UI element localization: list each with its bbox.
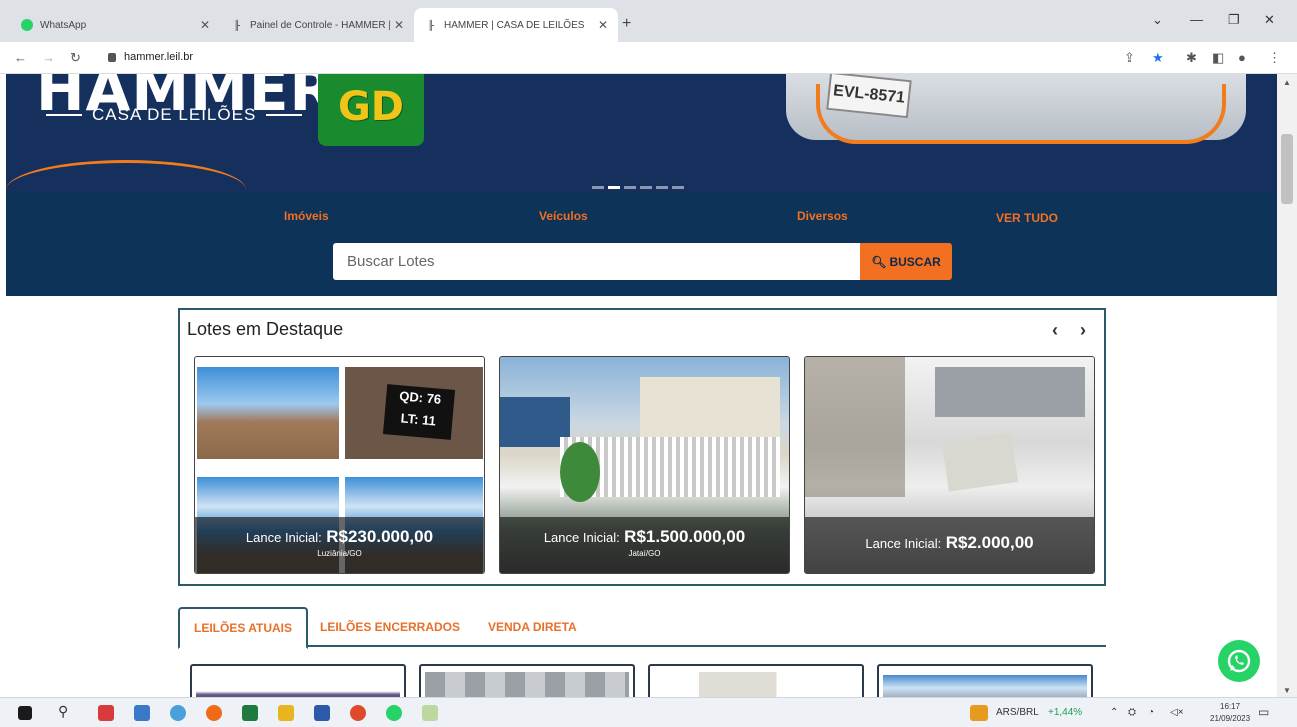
- tab-title: Painel de Controle - HAMMER | C: [250, 19, 390, 31]
- tab-leiloes-atuais[interactable]: LEILÕES ATUAIS: [178, 607, 309, 649]
- scroll-down-icon[interactable]: ▼: [1283, 686, 1291, 695]
- tab-title: WhatsApp: [40, 19, 87, 31]
- scroll-up-icon[interactable]: ▲: [1283, 78, 1291, 87]
- network-icon[interactable]: ⛭: [1128, 707, 1136, 718]
- lot-card[interactable]: Lance Inicial: R$1.500.000,00 Jataí/GO: [499, 356, 790, 574]
- carousel-indicators[interactable]: [592, 186, 684, 189]
- back-icon[interactable]: ←: [14, 50, 27, 65]
- minimize-icon[interactable]: —: [1190, 12, 1203, 27]
- tab-title: HAMMER | CASA DE LEILÕES: [444, 19, 585, 31]
- search-button[interactable]: 🔍︎ BUSCAR: [860, 243, 952, 280]
- url-text: hammer.leil.br: [124, 51, 194, 63]
- bookmark-star-icon[interactable]: ★: [1152, 50, 1164, 66]
- category-diversos[interactable]: Diversos: [797, 209, 848, 223]
- edge-icon[interactable]: [170, 705, 186, 721]
- new-tab-icon[interactable]: +: [622, 15, 631, 33]
- lot-overlay: Lance Inicial: R$1.500.000,00 Jataí/GO: [500, 517, 789, 573]
- volume-icon[interactable]: ◁×: [1170, 707, 1184, 718]
- tab-hammer[interactable]: ╟ HAMMER | CASA DE LEILÕES ✕: [414, 8, 618, 42]
- category-veiculos[interactable]: Veículos: [539, 209, 588, 223]
- auction-card[interactable]: [877, 664, 1093, 697]
- tab-leiloes-encerrados[interactable]: LEILÕES ENCERRADOS: [306, 607, 474, 647]
- decorative-curve: [6, 160, 246, 192]
- share-icon[interactable]: ⇪: [1124, 50, 1135, 66]
- auction-card[interactable]: [419, 664, 635, 697]
- lock-icon: [108, 52, 116, 62]
- maximize-icon[interactable]: ❐: [1228, 12, 1240, 28]
- notifications-icon[interactable]: ▭: [1258, 705, 1269, 719]
- hammer-favicon-icon: ╟: [427, 20, 435, 30]
- browser-window: WhatsApp ✕ ╟ Painel de Controle - HAMMER…: [0, 0, 1297, 727]
- scroll-thumb[interactable]: [1281, 134, 1293, 204]
- url-field[interactable]: hammer.leil.br: [108, 51, 193, 63]
- car-image: EVL-8571: [786, 74, 1256, 176]
- tab-whatsapp[interactable]: WhatsApp ✕: [10, 8, 220, 42]
- side-panel-icon[interactable]: ◧: [1212, 50, 1224, 66]
- category-imoveis[interactable]: Imóveis: [284, 209, 329, 223]
- search-icon[interactable]: ⚲: [58, 703, 68, 720]
- lot-overlay: Lance Inicial: R$230.000,00 Luziânia/GO: [195, 517, 484, 573]
- word-icon[interactable]: [314, 705, 330, 721]
- app-icon[interactable]: [422, 705, 438, 721]
- ticker-name[interactable]: ARS/BRL: [996, 707, 1039, 718]
- close-icon[interactable]: ✕: [200, 18, 210, 32]
- close-icon[interactable]: ✕: [598, 18, 608, 32]
- extensions-icon[interactable]: ✱: [1186, 50, 1197, 66]
- partner-logo: GD: [318, 74, 424, 146]
- app-icon[interactable]: [134, 705, 150, 721]
- profile-icon[interactable]: ●: [1238, 50, 1246, 65]
- tab-painel[interactable]: ╟ Painel de Controle - HAMMER | C ✕: [220, 8, 414, 42]
- lot-card[interactable]: QD: 76 LT: 11 Lance Inicial: R$230.000,00…: [194, 356, 485, 574]
- tab-search-icon[interactable]: ⌄: [1152, 12, 1163, 28]
- search-input[interactable]: Buscar Lotes: [333, 243, 860, 280]
- address-bar: ← → ↻ hammer.leil.br ⇪ ★ ✱ ◧ ● ⋮: [0, 42, 1297, 74]
- chevron-left-icon[interactable]: ‹: [1052, 320, 1058, 341]
- wifi-icon[interactable]: ◔: [1148, 707, 1154, 718]
- folder-icon[interactable]: [278, 705, 294, 721]
- whatsapp-icon[interactable]: [386, 705, 402, 721]
- menu-icon[interactable]: ⋮: [1268, 50, 1281, 66]
- tab-strip: WhatsApp ✕ ╟ Painel de Controle - HAMMER…: [0, 0, 1297, 42]
- lot-card[interactable]: Lance Inicial: R$2.000,00: [804, 356, 1095, 574]
- forward-icon[interactable]: →: [42, 50, 55, 65]
- hero-banner[interactable]: HAMMER CASA DE LEILÕES GD EVL-8571: [6, 74, 1277, 192]
- lot-overlay: Lance Inicial: R$2.000,00: [805, 517, 1094, 573]
- whatsapp-icon: [1227, 649, 1251, 673]
- windows-start-icon[interactable]: [18, 706, 32, 720]
- whatsapp-float-button[interactable]: [1218, 640, 1260, 682]
- whatsapp-icon: [20, 18, 34, 32]
- tab-venda-direta[interactable]: VENDA DIRETA: [474, 607, 591, 647]
- featured-lots: Lotes em Destaque ‹ › QD: 76 LT: 11 Lance…: [178, 308, 1106, 586]
- search-icon: 🔍︎: [871, 254, 887, 269]
- excel-icon[interactable]: [242, 705, 258, 721]
- page-content: HAMMER CASA DE LEILÕES GD EVL-8571 Imóve…: [6, 74, 1277, 697]
- auction-tabs: LEILÕES ATUAIS LEILÕES ENCERRADOS VENDA …: [178, 607, 1106, 649]
- close-icon[interactable]: ✕: [394, 18, 404, 32]
- hammer-favicon-icon: ╟: [233, 20, 241, 30]
- page-scrollbar[interactable]: ▲ ▼: [1277, 74, 1297, 697]
- chevron-right-icon[interactable]: ›: [1080, 320, 1086, 341]
- chevron-up-icon[interactable]: ⌃: [1110, 707, 1118, 718]
- app-icon[interactable]: [98, 705, 114, 721]
- section-title: Lotes em Destaque: [187, 319, 344, 339]
- category-bar: Imóveis Veículos Diversos VER TUDO Busca…: [6, 192, 1277, 296]
- clock[interactable]: 16:17 21/09/2023: [1210, 701, 1250, 725]
- brand-subtitle: CASA DE LEILÕES: [36, 105, 312, 125]
- ticker-change: +1,44%: [1048, 707, 1083, 718]
- firefox-icon[interactable]: [206, 705, 222, 721]
- category-ver-tudo[interactable]: VER TUDO: [996, 211, 1058, 225]
- stock-icon: [970, 705, 988, 721]
- chrome-icon[interactable]: [350, 705, 366, 721]
- close-window-icon[interactable]: ✕: [1264, 12, 1275, 28]
- auction-card[interactable]: [190, 664, 406, 697]
- auction-card[interactable]: [648, 664, 864, 697]
- os-taskbar: ⚲ ARS/BRL +1,44% ⌃ ⛭ ◔ ◁× 16:17 21/09/20…: [0, 697, 1297, 727]
- reload-icon[interactable]: ↻: [70, 50, 81, 66]
